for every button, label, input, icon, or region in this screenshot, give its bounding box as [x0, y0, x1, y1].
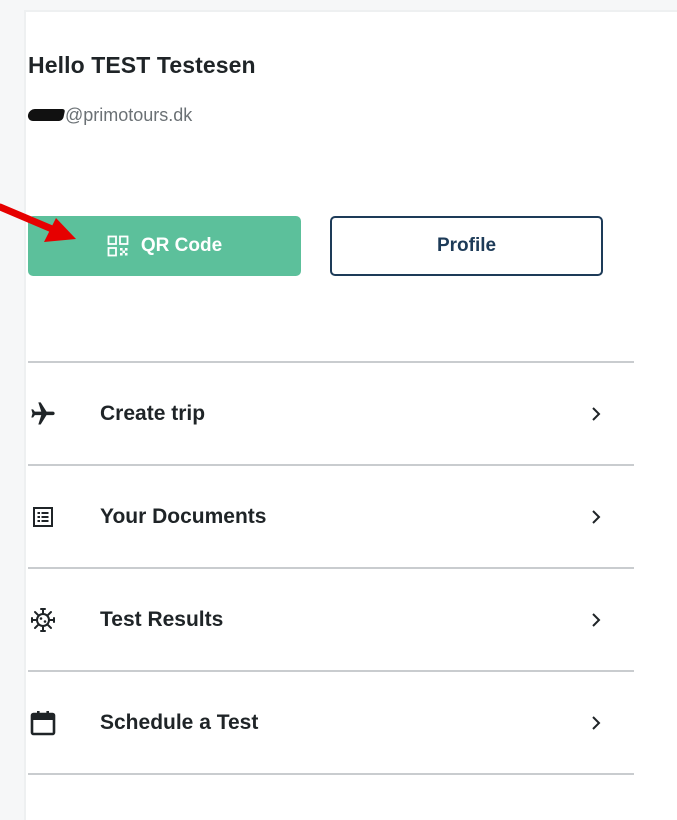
red-arrow-icon	[0, 203, 76, 242]
virus-icon	[28, 605, 58, 635]
profile-button[interactable]: Profile	[330, 216, 603, 276]
email-suffix: @primotours.dk	[65, 104, 193, 125]
user-email: @primotours.dk	[26, 103, 193, 127]
chevron-right-icon	[592, 406, 601, 421]
menu-item-label: Test Results	[100, 607, 224, 631]
menu-item-create-trip[interactable]: Create trip	[28, 363, 634, 464]
chevron-right-icon	[592, 715, 601, 730]
menu-item-schedule-test[interactable]: Schedule a Test	[28, 672, 634, 773]
menu-item-label: Schedule a Test	[100, 710, 259, 734]
airplane-icon	[28, 399, 58, 429]
profile-label: Profile	[436, 235, 497, 256]
menu-item-your-documents[interactable]: Your Documents	[28, 466, 634, 567]
menu-item-test-results[interactable]: Test Results	[28, 569, 634, 670]
chevron-right-icon	[592, 612, 601, 627]
document-list-icon	[28, 502, 58, 532]
menu-item-label: Create trip	[100, 401, 206, 425]
greeting-title: Hello TEST Testesen	[28, 52, 256, 78]
menu-item-label: Your Documents	[100, 504, 267, 528]
account-menu: Create trip Your Documents Test Results …	[28, 361, 634, 775]
qr-code-label: QR Code	[140, 235, 223, 256]
redacted-mark	[26, 109, 66, 121]
calendar-icon	[28, 708, 58, 738]
menu-divider	[28, 773, 634, 775]
qr-code-icon	[107, 235, 129, 257]
screen: Hello TEST Testesen @primotours.dk QR Co…	[0, 0, 677, 820]
chevron-right-icon	[592, 509, 601, 524]
